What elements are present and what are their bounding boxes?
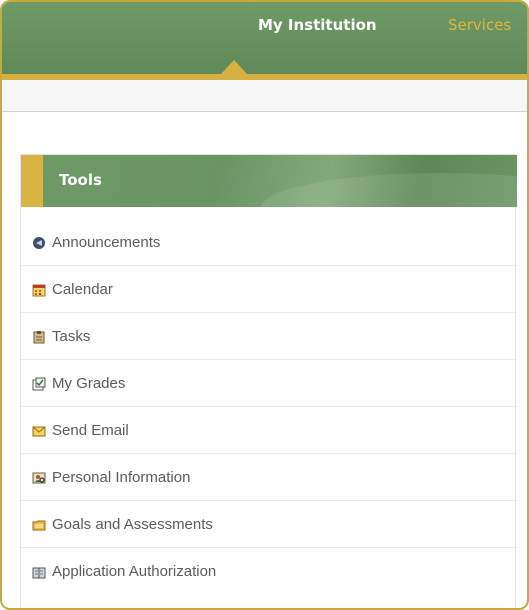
megaphone-icon <box>32 235 46 249</box>
clipboard-icon <box>32 329 46 344</box>
tool-label-tasks[interactable]: Tasks <box>52 328 90 345</box>
tools-panel-title: Tools <box>59 171 102 189</box>
tool-personal-information[interactable]: Personal Information <box>21 454 517 501</box>
tool-goals-and-assessments[interactable]: Goals and Assessments <box>21 501 517 548</box>
folder-icon <box>32 517 46 531</box>
personal-info-icon <box>32 470 46 484</box>
tool-label-calendar[interactable]: Calendar <box>52 281 113 298</box>
tool-my-grades[interactable]: My Grades <box>21 360 517 407</box>
tool-label-send-email[interactable]: Send Email <box>52 422 129 439</box>
tools-panel-header: Tools <box>21 155 517 207</box>
tool-send-email[interactable]: Send Email <box>21 407 517 454</box>
sub-toolbar <box>2 80 527 112</box>
header-swoosh <box>261 173 517 207</box>
tool-label-personal-information[interactable]: Personal Information <box>52 469 190 486</box>
tools-panel: Tools Announcements Calendar Tasks My Gr… <box>20 154 517 608</box>
top-navigation: My Institution Services <box>2 2 527 74</box>
tool-label-my-grades[interactable]: My Grades <box>52 375 125 392</box>
grades-icon <box>32 376 46 391</box>
tool-label-goals-and-assessments[interactable]: Goals and Assessments <box>52 516 213 533</box>
envelope-icon <box>32 423 46 437</box>
tab-services[interactable]: Services <box>448 16 511 34</box>
tools-list: Announcements Calendar Tasks My Grades S… <box>21 219 517 595</box>
tool-label-announcements[interactable]: Announcements <box>52 234 160 251</box>
portal-frame: My Institution Services Tools Announceme… <box>0 0 529 610</box>
tool-tasks[interactable]: Tasks <box>21 313 517 360</box>
tool-application-authorization[interactable]: Application Authorization <box>21 548 517 595</box>
tool-label-application-authorization[interactable]: Application Authorization <box>52 563 216 580</box>
tool-announcements[interactable]: Announcements <box>21 219 517 266</box>
active-tab-caret-icon <box>221 60 247 74</box>
header-accent-bar <box>21 155 43 207</box>
calendar-icon <box>32 282 46 297</box>
tab-my-institution[interactable]: My Institution <box>258 16 377 34</box>
tool-calendar[interactable]: Calendar <box>21 266 517 313</box>
book-icon <box>32 565 46 579</box>
